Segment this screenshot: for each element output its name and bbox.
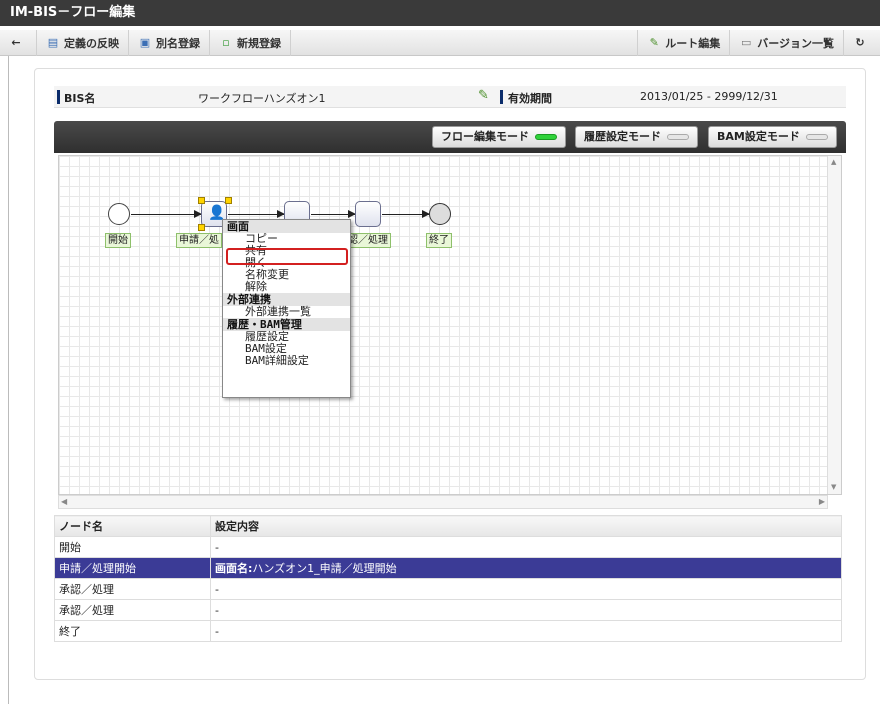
- node-settings-table: ノード名 設定内容 開始 - 申請／処理開始 画面名:ハンズオン1_申請／処理開…: [54, 515, 842, 642]
- route-edit-button[interactable]: ✎ ルート編集: [637, 29, 729, 56]
- row-node-name: 終了: [54, 620, 211, 642]
- ctx-section-screen: 画面: [223, 220, 350, 233]
- table-row-selected[interactable]: 申請／処理開始 画面名:ハンズオン1_申請／処理開始: [54, 557, 842, 579]
- context-menu: 画面 コピー 共有 開く 名称変更 解除 外部連携 外部連携一覧 履歴・BAM管…: [222, 219, 351, 398]
- row-node-name: 承認／処理: [54, 599, 211, 621]
- mode-indicator-on-icon: [535, 134, 557, 140]
- save-as-label: 別名登録: [156, 36, 200, 50]
- table-row[interactable]: 承認／処理 -: [54, 599, 842, 621]
- bis-name-label: BIS名: [64, 92, 96, 105]
- node-label-end: 終了: [426, 233, 452, 248]
- window-title: IM-BIS－フロー編集: [0, 0, 880, 26]
- list-icon: ▭: [741, 35, 752, 49]
- scroll-up-icon[interactable]: ▲: [831, 158, 836, 166]
- new-register-button[interactable]: ▫ 新規登録: [210, 29, 291, 56]
- scroll-left-icon[interactable]: ◀: [61, 497, 67, 506]
- save-as-icon: ▣: [139, 35, 151, 49]
- col-settings: 設定内容: [210, 515, 842, 537]
- share-highlight-box: [226, 248, 348, 265]
- table-row[interactable]: 承認／処理 -: [54, 578, 842, 600]
- toolbar: ← ▤ 定義の反映 ▣ 別名登録 ▫ 新規登録 ✎ ルート編集 ▭ バージョン一…: [0, 29, 880, 56]
- new-doc-icon: ▫: [222, 35, 230, 49]
- resize-handle[interactable]: [198, 197, 205, 204]
- start-node[interactable]: [108, 203, 130, 225]
- back-button[interactable]: ←: [0, 29, 37, 56]
- vertical-scrollbar[interactable]: ▲ ▼: [827, 156, 841, 494]
- scroll-down-icon[interactable]: ▼: [831, 483, 836, 491]
- bam-mode-label: BAM設定モード: [717, 130, 800, 143]
- mode-indicator-off-icon: [805, 134, 828, 140]
- version-list-label: バージョン一覧: [757, 36, 834, 50]
- route-edit-label: ルート編集: [665, 36, 721, 50]
- ctx-copy[interactable]: コピー: [223, 233, 350, 245]
- row-settings: -: [210, 620, 842, 642]
- node-label-apply: 申請／処: [176, 233, 222, 248]
- back-arrow-icon: ←: [11, 35, 21, 49]
- node-label-start: 開始: [105, 233, 131, 248]
- row-node-name: 申請／処理開始: [54, 557, 211, 579]
- table-row[interactable]: 開始 -: [54, 536, 842, 558]
- approve-task-node[interactable]: [355, 201, 381, 227]
- ctx-release[interactable]: 解除: [223, 281, 350, 293]
- ctx-bam-detail-settings[interactable]: BAM詳細設定: [223, 355, 350, 367]
- page-left-border: [8, 56, 9, 704]
- row-settings: -: [210, 599, 842, 621]
- bis-info-row: BIS名 ワークフローハンズオン1 ✎ 有効期間 2013/01/25 - 29…: [54, 86, 846, 108]
- row-settings-value: ハンズオン1_申請／処理開始: [252, 562, 397, 575]
- row-node-name: 開始: [54, 536, 211, 558]
- flow-canvas[interactable]: 👤 開始 申請／処 認／処理 終了 ▲ ▼: [58, 155, 842, 495]
- row-settings: 画面名:ハンズオン1_申請／処理開始: [210, 557, 842, 579]
- table-row[interactable]: 終了 -: [54, 620, 842, 642]
- mode-bar: フロー編集モード 履歴設定モード BAM設定モード: [54, 121, 846, 153]
- row-settings: -: [210, 578, 842, 600]
- period-value: 2013/01/25 - 2999/12/31: [640, 90, 778, 103]
- bis-name-value: ワークフローハンズオン1: [198, 92, 326, 105]
- refresh-icon: ↻: [855, 35, 865, 49]
- flow-arrow: [228, 210, 285, 218]
- pencil-icon: ✎: [649, 35, 659, 49]
- flow-edit-mode-label: フロー編集モード: [441, 130, 529, 143]
- history-mode-label: 履歴設定モード: [584, 130, 661, 143]
- row-node-name: 承認／処理: [54, 578, 211, 600]
- col-node-name: ノード名: [54, 515, 211, 537]
- reflect-definition-label: 定義の反映: [64, 36, 119, 50]
- row-settings-key: 画面名:: [215, 562, 253, 575]
- row-settings: -: [210, 536, 842, 558]
- bam-mode-button[interactable]: BAM設定モード: [708, 126, 837, 148]
- scroll-right-icon[interactable]: ▶: [819, 497, 825, 506]
- flow-arrow: [131, 210, 202, 218]
- period-accent: [500, 90, 503, 104]
- horizontal-scrollbar[interactable]: ◀ ▶: [58, 495, 828, 509]
- mode-indicator-off-icon: [667, 134, 689, 140]
- edit-name-icon[interactable]: ✎: [478, 88, 489, 103]
- resize-handle[interactable]: [198, 224, 205, 231]
- table-header-row: ノード名 設定内容: [54, 515, 842, 537]
- ctx-external-list[interactable]: 外部連携一覧: [223, 306, 350, 318]
- resize-handle[interactable]: [225, 197, 232, 204]
- period-label: 有効期間: [508, 92, 552, 105]
- end-node[interactable]: [429, 203, 451, 225]
- reflect-definition-button[interactable]: ▤ 定義の反映: [37, 29, 129, 56]
- ctx-rename[interactable]: 名称変更: [223, 269, 350, 281]
- version-list-button[interactable]: ▭ バージョン一覧: [729, 29, 843, 56]
- flow-arrow: [311, 210, 356, 218]
- node-label-approve: 認／処理: [345, 233, 391, 248]
- new-register-label: 新規登録: [237, 36, 281, 50]
- flow-arrow: [382, 210, 430, 218]
- bis-name-accent: [57, 90, 60, 104]
- reflect-icon: ▤: [47, 35, 59, 49]
- refresh-button[interactable]: ↻: [843, 29, 880, 56]
- flow-edit-mode-button[interactable]: フロー編集モード: [432, 126, 566, 148]
- save-as-button[interactable]: ▣ 別名登録: [129, 29, 210, 56]
- history-mode-button[interactable]: 履歴設定モード: [575, 126, 698, 148]
